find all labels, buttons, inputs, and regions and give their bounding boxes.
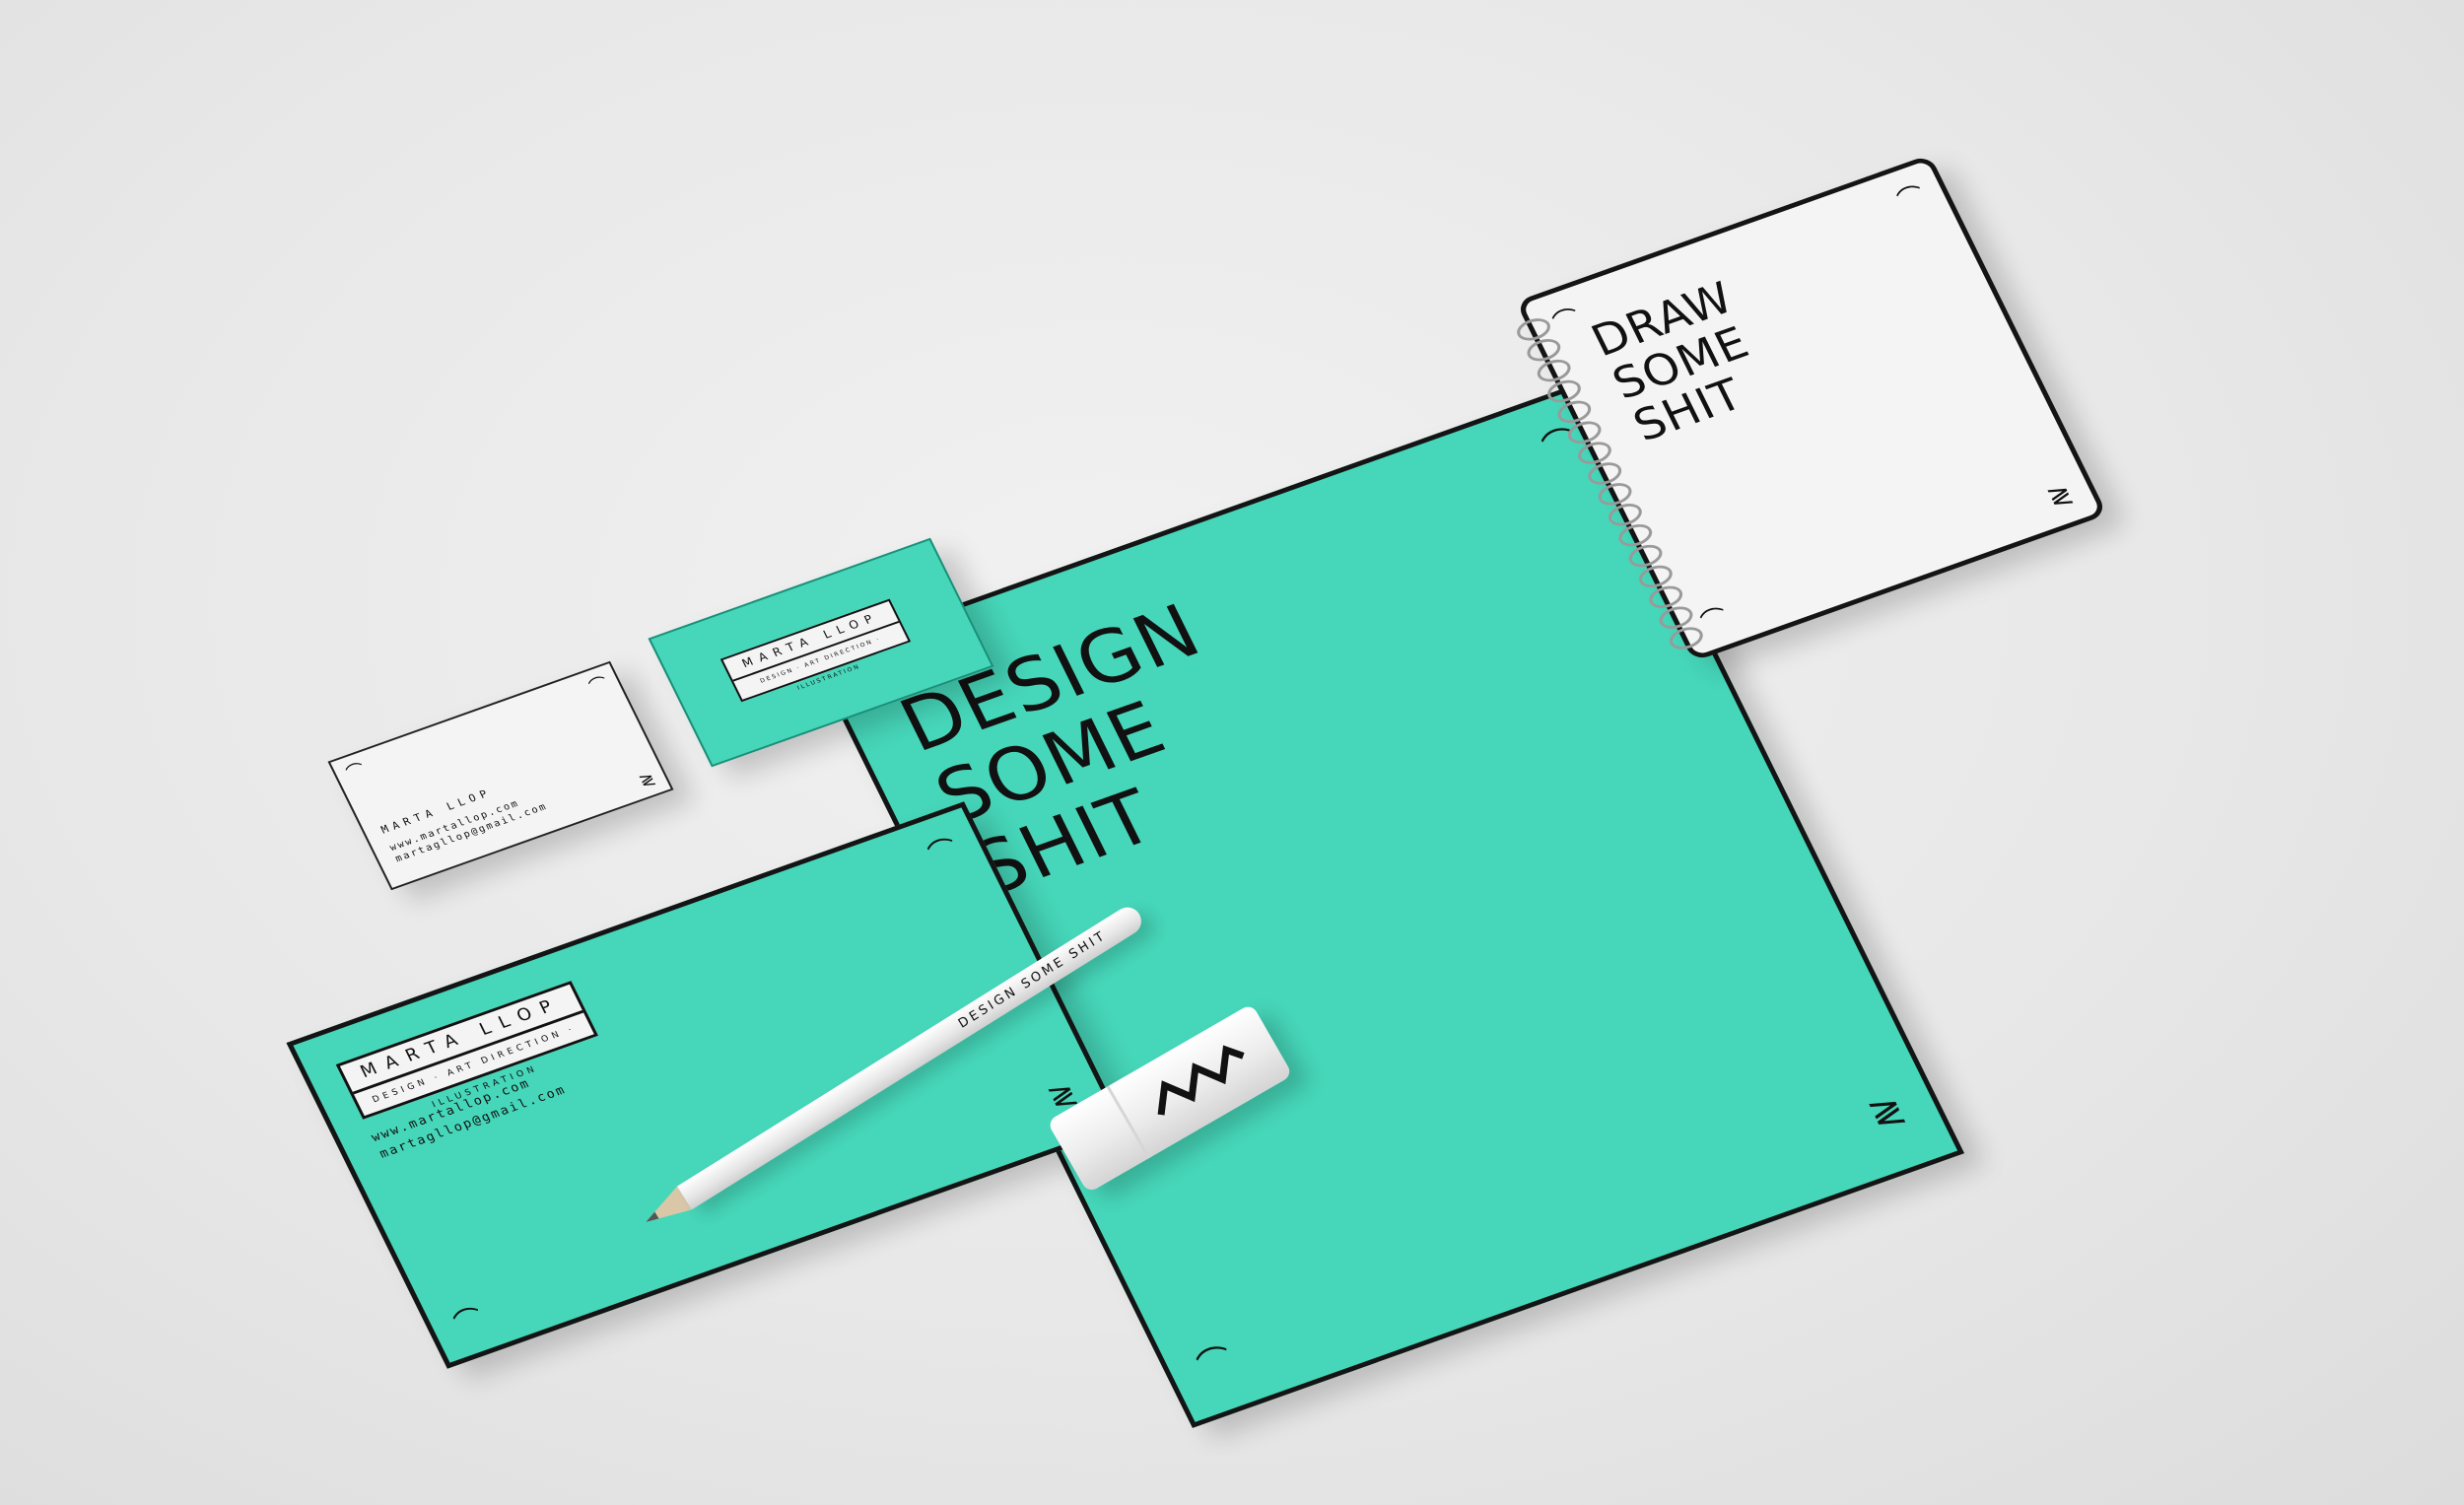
squiggle-icon: ≷ xyxy=(636,769,659,792)
corner-tick-icon: ⌒ xyxy=(585,673,612,698)
squiggle-icon: ≷ xyxy=(2041,477,2079,514)
corner-tick-icon: ⌒ xyxy=(343,760,370,785)
notebook-headline: DRAW SOME SHIT xyxy=(1583,272,1784,451)
stationery-mockup-scene: ⌒ ⌒ DESIGN SOME SHIT ≷ ⌒ ⌒ ⌒ DRAW SOME S… xyxy=(0,0,2464,1505)
corner-tick-icon: ⌒ xyxy=(448,1302,490,1340)
squiggle-icon: ≷ xyxy=(1861,1086,1913,1138)
card-mint-label: MARTA LLOP DESIGN · ART DIRECTION · ILLU… xyxy=(719,598,912,703)
envelope: ⌒ MARTA LLOP DESIGN · ART DIRECTION · IL… xyxy=(286,801,1126,1369)
eraser-sleeve-edge xyxy=(1106,1085,1151,1159)
corner-tick-icon: ⌒ xyxy=(1191,1340,1241,1387)
corner-tick-icon: ⌒ xyxy=(1892,181,1931,217)
corner-tick-icon: ⌒ xyxy=(923,833,964,871)
business-card-white: ⌒ ⌒ MARTA LLOP www.martallop.com martagl… xyxy=(327,660,674,891)
